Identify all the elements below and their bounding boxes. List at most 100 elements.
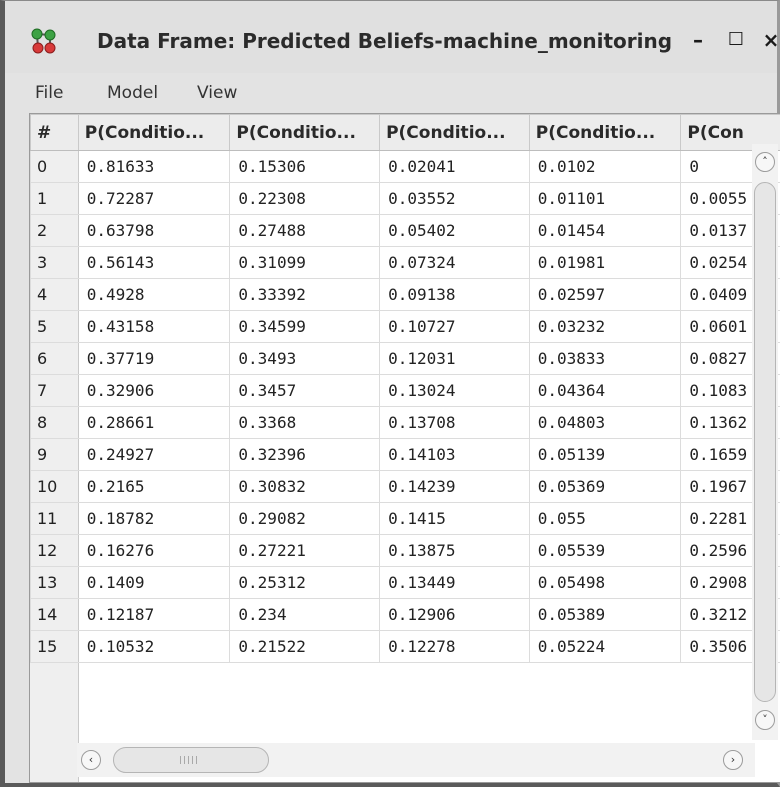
table-cell[interactable]: 0.05224 <box>528 630 682 663</box>
title-bar[interactable]: Data Frame: Predicted Beliefs-machine_mo… <box>5 1 780 73</box>
table-cell[interactable]: 0.81633 <box>77 150 231 183</box>
table-cell[interactable]: 0.56143 <box>77 246 231 279</box>
table-cell[interactable]: 0.13024 <box>379 374 530 407</box>
table-cell[interactable]: 0.22308 <box>229 182 381 215</box>
scroll-up-button[interactable]: ˄ <box>755 152 775 172</box>
row-index-cell[interactable]: 1 <box>30 182 79 215</box>
table-row[interactable]: 0 0.81633 0.15306 0.02041 0.0102 0 <box>30 150 780 183</box>
table-cell[interactable]: 0.14239 <box>379 470 530 503</box>
table-row[interactable]: 5 0.43158 0.34599 0.10727 0.03232 0.0601 <box>30 310 780 343</box>
table-cell[interactable]: 0.01981 <box>528 246 682 279</box>
row-index-cell[interactable]: 2 <box>30 214 79 247</box>
table-cell[interactable]: 0.16276 <box>77 534 231 567</box>
horizontal-scroll-thumb[interactable] <box>113 747 269 773</box>
scroll-down-button[interactable]: ˅ <box>755 710 775 730</box>
table-cell[interactable]: 0.33392 <box>229 278 381 311</box>
row-index-cell[interactable]: 6 <box>30 342 79 375</box>
table-cell[interactable]: 0.30832 <box>229 470 381 503</box>
table-cell[interactable]: 0.03552 <box>379 182 530 215</box>
row-index-cell[interactable]: 4 <box>30 278 79 311</box>
table-row[interactable]: 4 0.4928 0.33392 0.09138 0.02597 0.0409 <box>30 278 780 311</box>
table-cell[interactable]: 0.29082 <box>229 502 381 535</box>
table-cell[interactable]: 0.27221 <box>229 534 381 567</box>
table-cell[interactable]: 0.72287 <box>77 182 231 215</box>
table-cell[interactable]: 0.34599 <box>229 310 381 343</box>
table-cell[interactable]: 0.02597 <box>528 278 682 311</box>
table-cell[interactable]: 0.05539 <box>528 534 682 567</box>
row-index-cell[interactable]: 9 <box>30 438 79 471</box>
menu-file[interactable]: File <box>35 79 63 107</box>
table-row[interactable]: 13 0.1409 0.25312 0.13449 0.05498 0.2908 <box>30 566 780 599</box>
table-cell[interactable]: 0.09138 <box>379 278 530 311</box>
table-cell[interactable]: 0.10727 <box>379 310 530 343</box>
maximize-button[interactable]: ☐ <box>723 25 749 55</box>
table-cell[interactable]: 0.13875 <box>379 534 530 567</box>
row-index-cell[interactable]: 7 <box>30 374 79 407</box>
table-row[interactable]: 9 0.24927 0.32396 0.14103 0.05139 0.1659 <box>30 438 780 471</box>
table-cell[interactable]: 0.28661 <box>77 406 231 439</box>
row-index-cell[interactable]: 8 <box>30 406 79 439</box>
table-row[interactable]: 6 0.37719 0.3493 0.12031 0.03833 0.0827 <box>30 342 780 375</box>
table-cell[interactable]: 0.18782 <box>77 502 231 535</box>
table-cell[interactable]: 0.3493 <box>229 342 381 375</box>
table-row[interactable]: 8 0.28661 0.3368 0.13708 0.04803 0.1362 <box>30 406 780 439</box>
row-index-cell[interactable]: 12 <box>30 534 79 567</box>
table-cell[interactable]: 0.14103 <box>379 438 530 471</box>
table-row[interactable]: 7 0.32906 0.3457 0.13024 0.04364 0.1083 <box>30 374 780 407</box>
table-cell[interactable]: 0.27488 <box>229 214 381 247</box>
table-cell[interactable]: 0.12906 <box>379 598 530 631</box>
table-cell[interactable]: 0.01101 <box>528 182 682 215</box>
table-cell[interactable]: 0.13449 <box>379 566 530 599</box>
row-index-cell[interactable]: 0 <box>30 150 79 183</box>
vertical-scroll-thumb[interactable] <box>754 182 776 702</box>
table-cell[interactable]: 0.07324 <box>379 246 530 279</box>
table-cell[interactable]: 0.02041 <box>379 150 530 183</box>
table-cell[interactable]: 0.12187 <box>77 598 231 631</box>
table-cell[interactable]: 0.24927 <box>77 438 231 471</box>
data-grid[interactable]: # P(Conditio... P(Conditio... P(Conditio… <box>29 113 780 783</box>
table-row[interactable]: 11 0.18782 0.29082 0.1415 0.055 0.2281 <box>30 502 780 535</box>
table-cell[interactable]: 0.234 <box>229 598 381 631</box>
table-cell[interactable]: 0.13708 <box>379 406 530 439</box>
table-cell[interactable]: 0.05498 <box>528 566 682 599</box>
horizontal-scrollbar[interactable]: ‹ › <box>77 743 755 777</box>
column-header[interactable]: P(Conditio... <box>528 114 682 151</box>
minimize-button[interactable]: – <box>685 25 711 55</box>
table-cell[interactable]: 0.3368 <box>229 406 381 439</box>
close-button[interactable]: × <box>758 25 780 55</box>
table-cell[interactable]: 0.03232 <box>528 310 682 343</box>
table-cell[interactable]: 0.15306 <box>229 150 381 183</box>
table-cell[interactable]: 0.31099 <box>229 246 381 279</box>
table-cell[interactable]: 0.12278 <box>379 630 530 663</box>
table-cell[interactable]: 0.0102 <box>528 150 682 183</box>
row-index-cell[interactable]: 14 <box>30 598 79 631</box>
table-cell[interactable]: 0.04364 <box>528 374 682 407</box>
table-cell[interactable]: 0.055 <box>528 502 682 535</box>
row-index-cell[interactable]: 11 <box>30 502 79 535</box>
row-index-cell[interactable]: 10 <box>30 470 79 503</box>
table-cell[interactable]: 0.1415 <box>379 502 530 535</box>
table-row[interactable]: 15 0.10532 0.21522 0.12278 0.05224 0.3506 <box>30 630 780 663</box>
row-index-cell[interactable]: 3 <box>30 246 79 279</box>
scroll-right-button[interactable]: › <box>723 750 743 770</box>
table-cell[interactable]: 0.25312 <box>229 566 381 599</box>
table-cell[interactable]: 0.10532 <box>77 630 231 663</box>
table-cell[interactable]: 0.63798 <box>77 214 231 247</box>
row-index-cell[interactable]: 5 <box>30 310 79 343</box>
table-row[interactable]: 3 0.56143 0.31099 0.07324 0.01981 0.0254 <box>30 246 780 279</box>
scroll-left-button[interactable]: ‹ <box>81 750 101 770</box>
row-index-cell[interactable]: 13 <box>30 566 79 599</box>
column-header[interactable]: P(Conditio... <box>77 114 231 151</box>
table-cell[interactable]: 0.21522 <box>229 630 381 663</box>
column-header[interactable]: P(Conditio... <box>379 114 530 151</box>
table-row[interactable]: 2 0.63798 0.27488 0.05402 0.01454 0.0137 <box>30 214 780 247</box>
column-header[interactable]: P(Conditio... <box>229 114 381 151</box>
column-header-index[interactable]: # <box>30 114 79 151</box>
table-cell[interactable]: 0.03833 <box>528 342 682 375</box>
table-row[interactable]: 12 0.16276 0.27221 0.13875 0.05539 0.2596 <box>30 534 780 567</box>
table-cell[interactable]: 0.3457 <box>229 374 381 407</box>
table-cell[interactable]: 0.32906 <box>77 374 231 407</box>
table-cell[interactable]: 0.1409 <box>77 566 231 599</box>
menu-model[interactable]: Model <box>107 79 158 107</box>
table-cell[interactable]: 0.05402 <box>379 214 530 247</box>
